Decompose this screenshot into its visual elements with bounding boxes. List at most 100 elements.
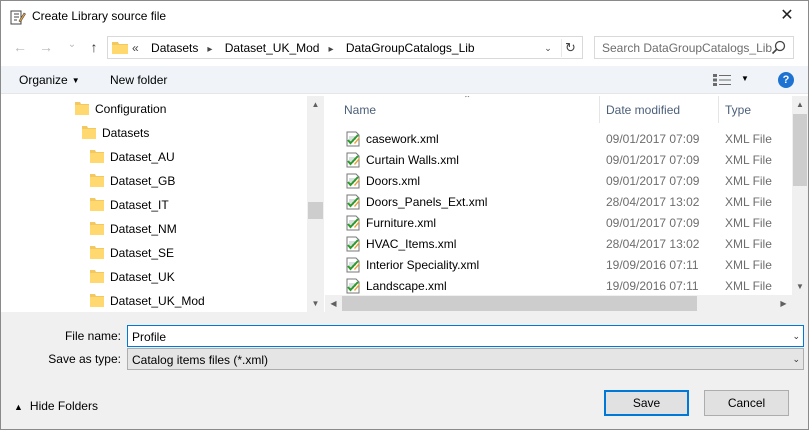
- save-as-type-value: Catalog items files (*.xml): [132, 353, 269, 367]
- column-header-type[interactable]: Type: [725, 103, 751, 117]
- file-date: 19/09/2016 07:11: [606, 258, 699, 272]
- file-list-vertical-scrollbar[interactable]: ▲ ▼: [792, 96, 808, 295]
- hide-folders-button[interactable]: ▲ Hide Folders: [14, 399, 98, 413]
- save-as-type-select[interactable]: Catalog items files (*.xml) ⌄: [127, 348, 804, 370]
- file-name-value: Profile: [132, 330, 167, 344]
- tree-item-dataset-nm[interactable]: Dataset_NM: [90, 221, 177, 243]
- organize-menu-button[interactable]: Organize ▼: [19, 73, 80, 87]
- breadcrumb: « Datasets ▸ Dataset_UK_Mod ▸ DataGroupCat…: [132, 41, 484, 55]
- navigation-pane-scrollbar[interactable]: ▲ ▼: [307, 96, 324, 312]
- tree-item-dataset-gb[interactable]: Dataset_GB: [90, 173, 175, 195]
- tree-item-dataset-uk-mod[interactable]: Dataset_UK_Mod: [90, 293, 205, 312]
- tree-item-label: Dataset_SE: [110, 246, 175, 260]
- folder-icon: [90, 270, 104, 283]
- file-type: XML File: [725, 132, 772, 146]
- tree-item-label: Dataset_GB: [110, 174, 176, 188]
- xml-file-icon: [346, 215, 360, 231]
- file-name: casework.xml: [366, 132, 439, 146]
- file-row[interactable]: casework.xml 09/01/2017 07:09 XML File: [325, 128, 792, 149]
- scrollbar-thumb[interactable]: [308, 202, 323, 219]
- tree-item-dataset-se[interactable]: Dataset_SE: [90, 245, 174, 267]
- save-button[interactable]: Save: [604, 390, 689, 416]
- chevron-right-icon[interactable]: ▸: [328, 44, 333, 55]
- scroll-right-arrow-icon[interactable]: ▶: [775, 295, 792, 312]
- scroll-down-arrow-icon[interactable]: ▼: [307, 295, 324, 312]
- tree-item-dataset-uk[interactable]: Dataset_UK: [90, 269, 175, 291]
- chevron-down-icon[interactable]: ⌄: [792, 328, 800, 344]
- file-list-header: ⌃ Name Date modified Type: [325, 96, 792, 123]
- save-form-panel: File name: Profile ⌄ Save as type: Catal…: [1, 312, 808, 429]
- folder-icon: [90, 246, 104, 259]
- file-row[interactable]: Landscape.xml 19/09/2016 07:11 XML File: [325, 275, 792, 296]
- organize-label: Organize: [19, 73, 68, 87]
- search-input[interactable]: Search DataGroupCatalogs_Lib: [594, 36, 794, 59]
- file-row[interactable]: Doors.xml 09/01/2017 07:09 XML File: [325, 170, 792, 191]
- breadcrumb-item[interactable]: Datasets: [151, 41, 198, 55]
- tree-item-label: Dataset_UK: [110, 270, 175, 284]
- file-row[interactable]: Doors_Panels_Ext.xml 28/04/2017 13:02 XM…: [325, 191, 792, 212]
- file-date: 09/01/2017 07:09: [606, 132, 700, 146]
- close-icon[interactable]: ✕: [776, 5, 798, 27]
- cancel-button[interactable]: Cancel: [704, 390, 789, 416]
- xml-file-icon: [346, 152, 360, 168]
- file-row[interactable]: Interior Speciality.xml 19/09/2016 07:11…: [325, 254, 792, 275]
- address-dropdown-chevron-icon[interactable]: ⌄: [540, 39, 556, 57]
- folder-icon: [112, 42, 128, 54]
- file-type: XML File: [725, 279, 772, 293]
- refresh-icon[interactable]: ↻: [561, 39, 579, 57]
- new-folder-button[interactable]: New folder: [110, 73, 167, 87]
- hide-folders-label: Hide Folders: [29, 399, 98, 413]
- scrollbar-thumb[interactable]: [793, 114, 807, 186]
- tree-item-datasets[interactable]: Datasets: [82, 125, 149, 147]
- column-header-name[interactable]: Name: [344, 103, 376, 117]
- column-divider[interactable]: [599, 96, 600, 123]
- scroll-left-arrow-icon[interactable]: ◀: [325, 295, 342, 312]
- file-type: XML File: [725, 216, 772, 230]
- tree-item-label: Configuration: [95, 102, 167, 116]
- scroll-up-arrow-icon[interactable]: ▲: [307, 96, 324, 113]
- scroll-up-arrow-icon[interactable]: ▲: [792, 96, 808, 113]
- folder-icon: [90, 294, 104, 307]
- tree-item-configuration[interactable]: Configuration: [75, 101, 166, 123]
- file-date: 19/09/2016 07:11: [606, 279, 699, 293]
- tree-item-label: Dataset_AU: [110, 150, 175, 164]
- column-divider[interactable]: [718, 96, 719, 123]
- file-row[interactable]: Curtain Walls.xml 09/01/2017 07:09 XML F…: [325, 149, 792, 170]
- file-name: Doors.xml: [366, 174, 421, 188]
- file-date: 09/01/2017 07:09: [606, 174, 700, 188]
- help-icon[interactable]: ?: [778, 72, 794, 88]
- navigation-pane[interactable]: Configuration Datasets Dataset_AU Datase…: [1, 96, 307, 312]
- change-view-icon[interactable]: [713, 74, 731, 86]
- forward-arrow-icon[interactable]: →: [37, 38, 55, 56]
- breadcrumb-item[interactable]: Dataset_UK_Mod: [225, 41, 320, 55]
- recent-locations-chevron-icon[interactable]: ⌄: [63, 36, 81, 54]
- folder-icon: [90, 174, 104, 187]
- tree-item-label: Dataset_UK_Mod: [110, 294, 205, 308]
- xml-file-icon: [346, 173, 360, 189]
- xml-file-icon: [346, 278, 360, 294]
- file-list[interactable]: ⌃ Name Date modified Type casework.xml 0…: [325, 96, 792, 312]
- file-list-horizontal-scrollbar[interactable]: ◀ ▶: [325, 295, 792, 312]
- view-options-caret-icon[interactable]: ▼: [741, 74, 749, 83]
- file-name: Furniture.xml: [366, 216, 437, 230]
- up-folder-arrow-icon[interactable]: ↑: [85, 38, 103, 56]
- file-name-field[interactable]: Profile ⌄: [127, 325, 804, 347]
- file-row[interactable]: HVAC_Items.xml 28/04/2017 13:02 XML File: [325, 233, 792, 254]
- address-bar[interactable]: « Datasets ▸ Dataset_UK_Mod ▸ DataGroupCat…: [107, 36, 583, 59]
- file-name: Interior Speciality.xml: [366, 258, 480, 272]
- scroll-down-arrow-icon[interactable]: ▼: [792, 278, 808, 295]
- column-header-date[interactable]: Date modified: [606, 103, 680, 117]
- breadcrumb-overflow-icon[interactable]: «: [132, 41, 139, 55]
- xml-file-icon: [346, 131, 360, 147]
- sort-ascending-icon: ⌃: [463, 96, 472, 105]
- file-row[interactable]: Furniture.xml 09/01/2017 07:09 XML File: [325, 212, 792, 233]
- chevron-down-icon[interactable]: ⌄: [792, 351, 800, 367]
- back-arrow-icon[interactable]: ←: [11, 38, 29, 56]
- chevron-right-icon[interactable]: ▸: [207, 44, 212, 55]
- tree-item-dataset-au[interactable]: Dataset_AU: [90, 149, 175, 171]
- scrollbar-thumb[interactable]: [342, 296, 697, 311]
- file-type: XML File: [725, 174, 772, 188]
- breadcrumb-item[interactable]: DataGroupCatalogs_Lib: [346, 41, 475, 55]
- tree-item-dataset-it[interactable]: Dataset_IT: [90, 197, 169, 219]
- tree-item-label: Datasets: [102, 126, 150, 140]
